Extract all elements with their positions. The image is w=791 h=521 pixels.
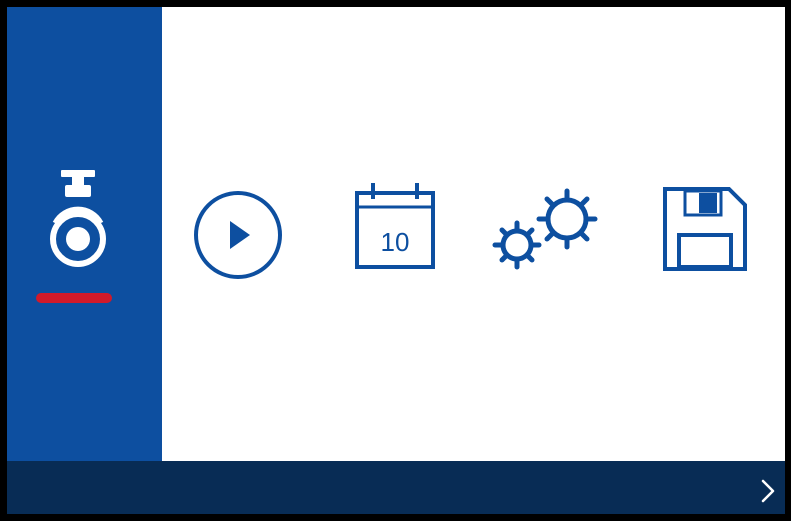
gears-icon — [492, 188, 598, 270]
menu-item-playback[interactable] — [190, 187, 286, 283]
selected-underline — [36, 293, 112, 303]
play-icon — [194, 191, 282, 279]
calendar-icon: 10 — [355, 183, 435, 269]
screen: 10 — [0, 0, 791, 521]
chevron-right-icon — [761, 479, 775, 503]
menu-item-settings[interactable] — [489, 179, 609, 275]
menu-item-camera[interactable] — [35, 167, 125, 287]
next-page-button[interactable] — [757, 475, 779, 507]
menu-item-date[interactable]: 10 — [351, 179, 441, 275]
floppy-disk-icon — [663, 187, 747, 271]
calendar-day-label: 10 — [381, 227, 410, 257]
menu-item-storage[interactable] — [657, 181, 753, 277]
bottom-bar — [7, 461, 785, 514]
dashcam-icon — [50, 170, 106, 267]
